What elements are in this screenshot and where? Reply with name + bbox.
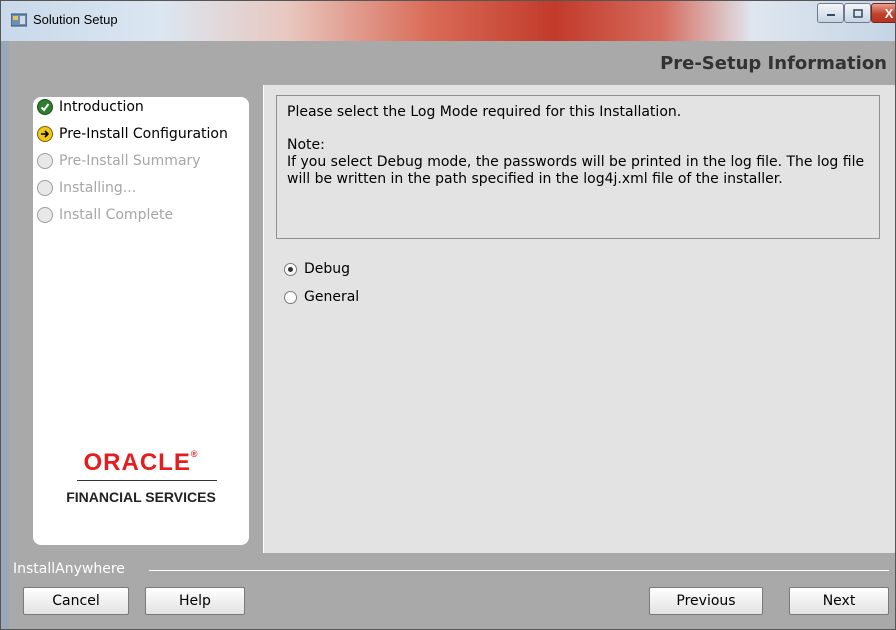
circle-icon [37,207,53,223]
next-label: Next [822,593,856,609]
step-pre-install-configuration: Pre-Install Configuration [37,124,228,144]
close-button[interactable]: X [871,3,895,23]
steps-panel: Introduction Pre-Install Configuration P… [33,97,249,545]
step-introduction: Introduction [37,97,144,117]
registered-mark: ® [190,449,199,459]
footer-divider [149,570,889,571]
step-label: Introduction [59,99,144,115]
logo-divider [77,480,217,481]
maximize-button[interactable] [844,3,871,23]
close-icon: X [884,5,894,21]
circle-icon [37,153,53,169]
radio-button[interactable] [284,290,297,304]
step-install-complete: Install Complete [37,205,173,225]
circle-icon [37,180,53,196]
step-label: Pre-Install Configuration [59,126,228,142]
next-button[interactable]: Next [789,587,889,615]
check-icon [37,99,53,115]
installanywhere-label: InstallAnywhere [13,561,125,577]
help-button[interactable]: Help [145,587,245,615]
radio-button-selected[interactable] [284,262,297,276]
info-box: Please select the Log Mode required for … [276,95,880,239]
steps-sidebar: Introduction Pre-Install Configuration P… [9,85,263,553]
title-bar[interactable]: Solution Setup X [1,1,895,41]
radio-label-debug: Debug [304,261,351,277]
previous-label: Previous [676,593,736,609]
step-label: Install Complete [59,207,174,223]
cancel-label: Cancel [52,593,100,609]
installer-window: Solution Setup X Pre-Setup Information I… [0,0,896,630]
note-text: If you select Debug mode, the passwords … [287,154,865,187]
logo-subtitle: FINANCIAL SERVICES [66,489,216,505]
previous-button[interactable]: Previous [649,587,763,615]
window-frame-left [1,41,9,629]
note-label: Note: [287,137,325,153]
oracle-logo: ORACLE® [33,449,249,477]
minimize-icon [826,14,835,16]
oracle-logo-text: ORACLE [83,449,191,476]
cancel-button[interactable]: Cancel [23,587,129,615]
step-pre-install-summary: Pre-Install Summary [37,151,201,171]
minimize-button[interactable] [817,3,844,23]
main-content: Please select the Log Mode required for … [263,85,895,553]
radio-label-general: General [304,289,360,305]
step-label: Pre-Install Summary [59,153,201,169]
instruction-text: Please select the Log Mode required for … [287,104,682,120]
app-icon [11,13,27,27]
step-installing: Installing... [37,178,136,198]
maximize-icon [852,8,863,18]
radio-debug[interactable]: Debug [284,261,350,277]
header-bar: Pre-Setup Information [9,41,895,85]
radio-general[interactable]: General [284,289,359,305]
arrow-right-icon [37,126,53,142]
window-title: Solution Setup [33,12,118,27]
step-label: Installing... [59,180,137,196]
page-title: Pre-Setup Information [660,53,887,74]
help-label: Help [179,593,211,609]
